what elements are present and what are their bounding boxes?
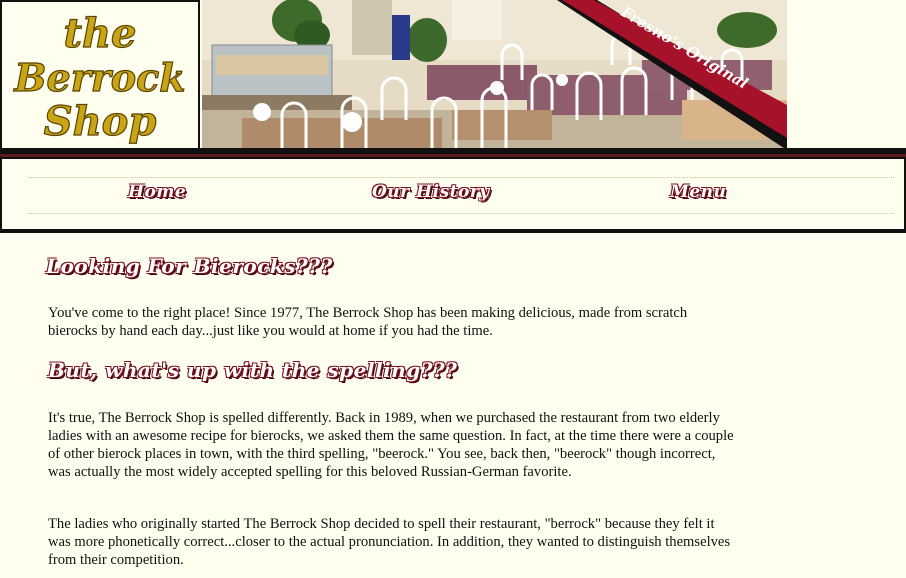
restaurant-photo: Fresno's Original — [202, 0, 787, 150]
nav-bar: Home Our History Menu — [28, 177, 894, 214]
logo-line-the: the — [63, 10, 136, 57]
heading-looking-for-bierocks: Looking For Bierocks??? — [46, 254, 333, 278]
main-nav: Home Our History Menu — [0, 159, 906, 233]
restaurant-interior-image: Fresno's Original — [202, 0, 787, 150]
header-filler — [787, 0, 906, 150]
intro-paragraph: You've come to the right place! Since 19… — [48, 305, 688, 339]
nav-menu-link[interactable]: Menu — [670, 182, 726, 202]
logo-line-berrock: Berrock — [13, 55, 185, 100]
heading-spelling: But, what's up with the spelling??? — [48, 358, 458, 382]
spelling-paragraph-1: It's true, The Berrock Shop is spelled d… — [48, 410, 734, 480]
site-logo[interactable]: the Berrock Shop — [0, 0, 200, 150]
logo-image: the Berrock Shop — [13, 9, 186, 145]
nav-our-history-link[interactable]: Our History — [372, 182, 490, 202]
nav-home-link[interactable]: Home — [128, 182, 186, 202]
spelling-paragraph-2: The ladies who originally started The Be… — [48, 516, 731, 568]
site-header: the Berrock Shop Fresno's Original — [0, 0, 906, 150]
logo-line-shop: Shop — [44, 98, 157, 145]
